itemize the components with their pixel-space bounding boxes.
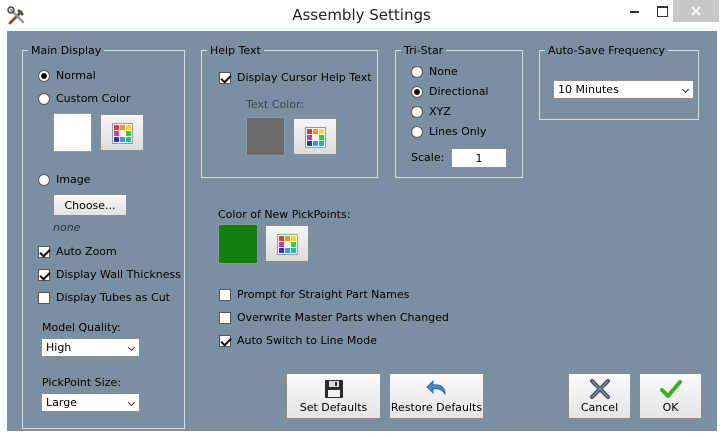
pickpoint-size-label: PickPoint Size:	[42, 376, 121, 389]
custom-color-radio[interactable]	[38, 93, 50, 105]
model-quality-value: High	[46, 341, 72, 354]
chevron-down-icon	[127, 343, 136, 352]
help-text-legend: Help Text	[210, 44, 261, 57]
normal-label: Normal	[56, 69, 96, 82]
model-quality-label: Model Quality:	[42, 321, 121, 334]
window-title: Assembly Settings	[292, 6, 431, 24]
wall-thickness-checkbox[interactable]	[38, 269, 50, 281]
color-palette-icon	[305, 127, 326, 148]
overwrite-master-label: Overwrite Master Parts when Changed	[237, 311, 449, 324]
scale-input[interactable]: 1	[451, 148, 507, 168]
restore-defaults-button[interactable]: Restore Defaults	[389, 373, 484, 419]
custom-color-swatch	[53, 113, 92, 152]
chevron-down-icon	[127, 398, 136, 407]
ok-check-icon	[660, 380, 682, 398]
ok-button[interactable]: OK	[639, 373, 702, 419]
assembly-settings-window: Assembly Settings Main Display Normal Cu…	[0, 0, 723, 437]
auto-save-value: 10 Minutes	[558, 83, 619, 96]
model-quality-select[interactable]: High	[41, 338, 140, 357]
prompt-straight-part-label: Prompt for Straight Part Names	[237, 288, 410, 301]
pickpoint-size-value: Large	[46, 396, 77, 409]
chevron-down-icon	[681, 85, 690, 94]
main-display-legend: Main Display	[31, 44, 102, 57]
ok-label: OK	[662, 401, 679, 414]
wall-thickness-label: Display Wall Thickness	[56, 268, 181, 281]
text-color-picker-button[interactable]	[293, 118, 337, 155]
scale-label: Scale:	[411, 151, 445, 164]
auto-switch-line-mode-checkbox[interactable]	[219, 335, 231, 347]
pickpoints-color-swatch	[218, 224, 258, 264]
custom-color-label: Custom Color	[56, 92, 131, 105]
cancel-label: Cancel	[580, 401, 619, 414]
undo-arrow-icon	[426, 380, 446, 396]
color-palette-icon	[112, 123, 133, 144]
tri-star-xyz-label: XYZ	[429, 105, 451, 118]
title-bar: Assembly Settings	[0, 0, 723, 31]
tri-star-none-radio[interactable]	[411, 66, 423, 78]
set-defaults-button[interactable]: Set Defaults	[286, 373, 381, 419]
restore-defaults-label: Restore Defaults	[390, 401, 483, 414]
prompt-straight-part-checkbox[interactable]	[219, 289, 231, 301]
choose-image-button[interactable]: Choose...	[53, 194, 127, 216]
cancel-x-icon	[590, 379, 610, 399]
tri-star-xyz-radio[interactable]	[411, 106, 423, 118]
tubes-cut-checkbox[interactable]	[38, 292, 50, 304]
auto-zoom-checkbox[interactable]	[38, 246, 50, 258]
help-text-group: Help Text	[201, 44, 378, 178]
tri-star-directional-label: Directional	[429, 85, 489, 98]
tri-star-lines-only-label: Lines Only	[429, 125, 487, 138]
minimize-button[interactable]	[620, 0, 648, 22]
pickpoints-color-label: Color of New PickPoints:	[218, 208, 351, 221]
tubes-cut-label: Display Tubes as Cut	[56, 291, 170, 304]
image-filename: none	[53, 221, 81, 234]
cancel-button[interactable]: Cancel	[568, 373, 631, 419]
tri-star-none-label: None	[429, 65, 458, 78]
maximize-button[interactable]	[648, 0, 676, 22]
normal-radio[interactable]	[38, 70, 50, 82]
display-help-text-checkbox[interactable]	[219, 72, 231, 84]
color-palette-icon	[277, 234, 298, 255]
save-disk-icon	[325, 380, 343, 398]
text-color-label: Text Color:	[246, 98, 304, 111]
close-icon	[691, 6, 701, 16]
custom-color-picker-button[interactable]	[100, 114, 144, 151]
tri-star-directional-radio[interactable]	[411, 86, 423, 98]
auto-save-legend: Auto-Save Frequency	[548, 44, 666, 57]
tri-star-legend: Tri-Star	[404, 44, 444, 57]
dialog-client-area: Main Display Normal Custom Color Image C…	[7, 31, 717, 431]
set-defaults-label: Set Defaults	[299, 401, 368, 414]
pickpoints-color-picker-button[interactable]	[265, 225, 309, 262]
tri-star-lines-only-radio[interactable]	[411, 126, 423, 138]
image-label: Image	[56, 173, 91, 186]
auto-switch-line-mode-label: Auto Switch to Line Mode	[237, 334, 377, 347]
auto-save-select[interactable]: 10 Minutes	[553, 80, 694, 99]
text-color-swatch	[246, 117, 285, 156]
auto-zoom-label: Auto Zoom	[56, 245, 117, 258]
close-button[interactable]	[673, 0, 719, 22]
pickpoint-size-select[interactable]: Large	[41, 393, 140, 412]
image-radio[interactable]	[38, 174, 50, 186]
overwrite-master-checkbox[interactable]	[219, 312, 231, 324]
display-help-text-label: Display Cursor Help Text	[237, 71, 372, 84]
